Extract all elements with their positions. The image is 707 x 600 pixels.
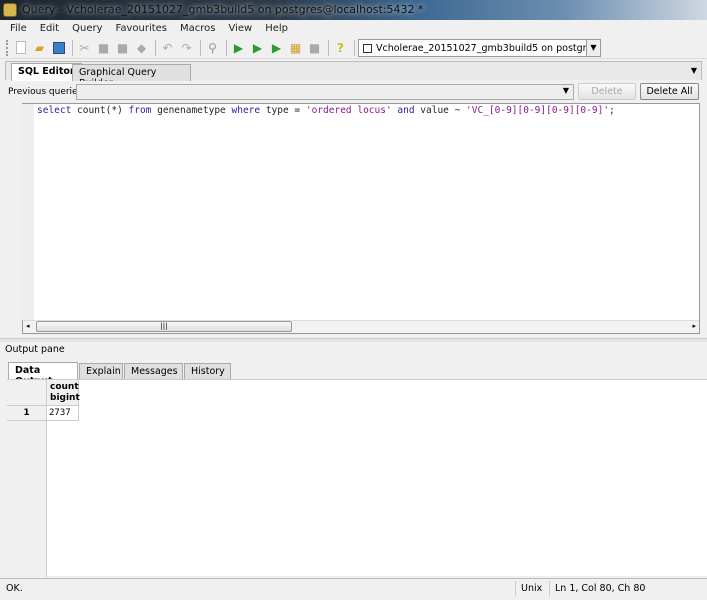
scrollbar-thumb[interactable]: ||| xyxy=(36,321,292,332)
row-header-column xyxy=(7,421,47,577)
tab-history[interactable]: History xyxy=(184,363,231,380)
status-bar: OK. Unix Ln 1, Col 80, Ch 80 xyxy=(0,578,707,597)
tab-explain[interactable]: Explain xyxy=(79,363,123,380)
data-grid[interactable]: count bigint 1 2737 xyxy=(7,379,707,577)
tab-sql-editor[interactable]: SQL Editor xyxy=(11,63,82,81)
editor-tab-bar: SQL Editor Graphical Query Builder ▼ xyxy=(5,61,702,89)
delete-all-button[interactable]: Delete All xyxy=(640,83,699,100)
scroll-right-icon[interactable]: ▸ xyxy=(692,322,696,330)
redo-icon[interactable]: ↷ xyxy=(178,40,195,56)
column-header-count[interactable]: count bigint xyxy=(47,380,80,406)
connection-color-icon xyxy=(363,43,372,53)
tab-menu-icon[interactable]: ▼ xyxy=(691,66,697,75)
clear-icon[interactable]: ◆ xyxy=(133,40,150,56)
copy-icon[interactable]: ■ xyxy=(95,40,112,56)
explain-icon[interactable]: ▦ xyxy=(287,40,304,56)
find-icon[interactable]: ⚲ xyxy=(204,40,221,56)
grid-corner[interactable] xyxy=(7,380,47,406)
undo-icon[interactable]: ↶ xyxy=(159,40,176,56)
paste-icon[interactable]: ■ xyxy=(114,40,131,56)
title-bar: Query - Vcholerae_20151027_gmb3build5 on… xyxy=(0,0,707,20)
scroll-left-icon[interactable]: ◂ xyxy=(26,322,30,330)
cancel-query-icon[interactable]: ■ xyxy=(306,40,323,56)
output-tab-bar: Data Output Explain Messages History xyxy=(8,361,705,387)
help-icon[interactable]: ? xyxy=(332,40,349,56)
tab-data-output[interactable]: Data Output xyxy=(8,362,78,387)
delete-button[interactable]: Delete xyxy=(578,83,636,100)
output-pane-label: Output pane xyxy=(5,344,65,355)
status-message: OK. xyxy=(6,583,23,594)
menu-help[interactable]: Help xyxy=(265,23,288,34)
menu-bar: File Edit Query Favourites Macros View H… xyxy=(0,20,707,37)
chevron-down-icon[interactable]: ▼ xyxy=(586,40,600,56)
menu-edit[interactable]: Edit xyxy=(40,23,59,34)
window-title: Query - Vcholerae_20151027_gmb3build5 on… xyxy=(22,3,424,16)
tab-messages[interactable]: Messages xyxy=(124,363,183,380)
sql-editor[interactable] xyxy=(22,103,700,334)
execute-icon[interactable]: ▶ xyxy=(230,40,247,56)
connection-label: Vcholerae_20151027_gmb3build5 on postgre… xyxy=(376,42,600,54)
sql-text[interactable]: select count(*) from genenametype where … xyxy=(37,105,615,116)
menu-macros[interactable]: Macros xyxy=(180,23,215,34)
menu-file[interactable]: File xyxy=(10,23,27,34)
cut-icon[interactable]: ✂ xyxy=(76,40,93,56)
connection-select[interactable]: Vcholerae_20151027_gmb3build5 on postgre… xyxy=(358,39,601,57)
previous-queries-label: Previous queries xyxy=(8,87,83,97)
tab-graphical-query-builder[interactable]: Graphical Query Builder xyxy=(72,64,191,89)
menu-view[interactable]: View xyxy=(229,23,253,34)
table-cell[interactable]: 2737 xyxy=(47,406,79,421)
toolbar-grip[interactable] xyxy=(6,39,9,56)
previous-queries-select[interactable]: ▼ xyxy=(76,84,574,100)
pane-splitter[interactable] xyxy=(0,338,707,342)
save-icon[interactable] xyxy=(50,40,67,56)
execute-pgscript-icon[interactable]: ▶ xyxy=(249,40,266,56)
row-header[interactable]: 1 xyxy=(7,406,47,421)
editor-gutter xyxy=(22,104,34,320)
menu-query[interactable]: Query xyxy=(72,23,102,34)
new-file-icon[interactable] xyxy=(12,40,29,56)
status-line-ending: Unix xyxy=(521,583,543,594)
execute-to-file-icon[interactable]: ▶ xyxy=(268,40,285,56)
app-icon xyxy=(3,3,17,17)
menu-favourites[interactable]: Favourites xyxy=(116,23,168,34)
open-folder-icon[interactable]: ▰ xyxy=(31,40,48,56)
chevron-down-icon[interactable]: ▼ xyxy=(563,86,569,95)
status-cursor-position: Ln 1, Col 80, Ch 80 xyxy=(555,583,646,594)
